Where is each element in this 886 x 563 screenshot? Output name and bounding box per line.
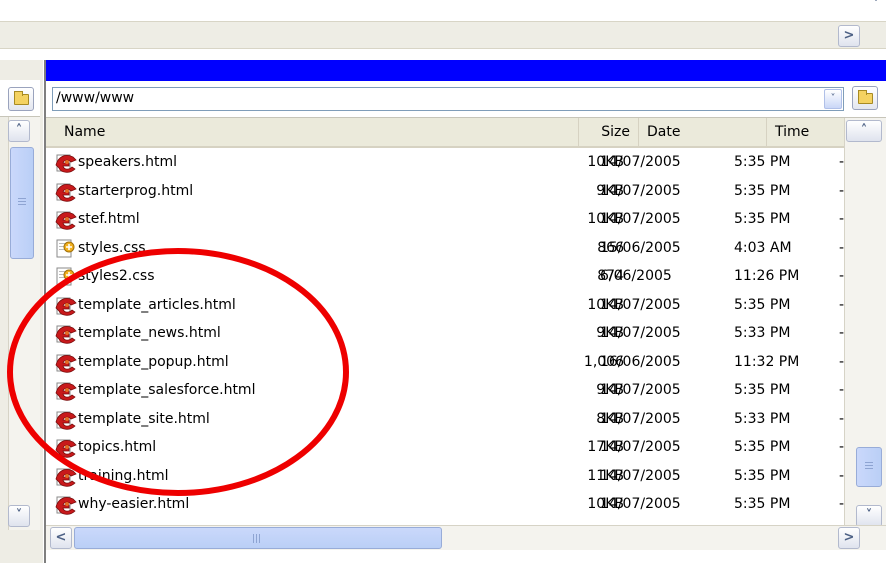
file-name: why-easier.html — [78, 496, 190, 512]
file-time: 4:03 AM — [734, 239, 792, 256]
folder-up-icon — [858, 90, 873, 104]
right-scroll-up-button[interactable]: ˄ — [846, 120, 882, 142]
file-row[interactable]: starterprog.html 9KB 14/07/2005 5:35 PM - — [46, 177, 844, 206]
right-scroll-down-button[interactable]: ˅ — [856, 505, 882, 527]
path-value[interactable]: /www/www — [56, 90, 134, 106]
file-date: 14/07/2005 — [600, 154, 681, 170]
file-date: 14/07/2005 — [600, 211, 681, 227]
left-scroll-down-button[interactable]: ˅ — [8, 505, 30, 527]
top-scroll-down-arrow[interactable]: ˅ — [866, 0, 886, 10]
file-row[interactable]: topics.html 17KB 14/07/2005 5:35 PM - — [46, 433, 844, 462]
file-time: 5:35 PM — [734, 211, 791, 227]
bottom-strip — [46, 550, 886, 563]
file-date: 14/07/2005 — [600, 296, 681, 313]
file-row[interactable]: training.html 11KB 14/07/2005 5:35 PM - — [46, 462, 844, 491]
folder-up-icon — [14, 91, 29, 105]
file-row[interactable]: speakers.html 10KB 14/07/2005 5:35 PM - — [46, 148, 844, 177]
file-date: 14/07/2005 — [600, 182, 681, 199]
horizontal-scroll-thumb[interactable] — [74, 527, 442, 549]
right-scroll-thumb[interactable] — [856, 447, 882, 487]
parent-folder-button[interactable] — [852, 86, 878, 110]
top-horizontal-scrollbar[interactable]: > — [0, 21, 886, 49]
column-header-date[interactable]: Date — [639, 118, 767, 146]
file-name: template_news.html — [78, 325, 221, 341]
html-file-icon — [55, 324, 77, 344]
left-parent-folder-button[interactable] — [8, 87, 34, 111]
file-time: 5:35 PM — [734, 439, 791, 455]
file-name: template_popup.html — [78, 353, 229, 370]
file-name: styles.css — [78, 239, 146, 256]
file-time: 11:32 PM — [734, 353, 800, 370]
file-time: 5:35 PM — [734, 496, 791, 512]
file-date: 15/06/2005 — [600, 239, 681, 256]
path-dropdown-button[interactable]: ˅ — [824, 89, 842, 109]
file-name: template_site.html — [78, 410, 210, 427]
file-time: 11:26 PM — [734, 268, 800, 284]
html-file-icon — [55, 410, 77, 430]
file-name: template_salesforce.html — [78, 382, 256, 398]
file-date: 14/07/2005 — [600, 410, 681, 427]
column-header-size[interactable]: Size — [579, 118, 639, 146]
html-file-icon — [55, 438, 77, 458]
file-row[interactable]: styles.css 866 15/06/2005 4:03 AM - — [46, 234, 844, 263]
html-file-icon — [55, 381, 77, 401]
file-name: template_articles.html — [78, 296, 236, 313]
file-row[interactable]: template_articles.html 10KB 14/07/2005 5:35… — [46, 291, 844, 320]
html-file-icon — [55, 153, 77, 173]
column-header-name[interactable]: Name — [46, 118, 579, 146]
file-date: 6/06/2005 — [600, 268, 672, 284]
left-scroll-up-button[interactable]: ˄ — [8, 120, 30, 142]
file-date: 14/07/2005 — [600, 467, 681, 484]
file-time: 5:33 PM — [734, 410, 791, 427]
css-file-icon — [55, 239, 75, 257]
file-name: topics.html — [78, 439, 157, 455]
file-time: 5:35 PM — [734, 182, 791, 199]
path-combobox[interactable]: /www/www ˅ — [52, 87, 844, 111]
file-list-header: Name Size Date Time — [46, 118, 847, 148]
file-name: starterprog.html — [78, 182, 194, 199]
html-file-icon — [55, 353, 77, 373]
left-scroll-thumb[interactable] — [10, 147, 34, 259]
file-row[interactable]: template_popup.html 1,006 16/06/2005 11:32 … — [46, 348, 844, 377]
file-date: 14/07/2005 — [600, 496, 681, 512]
grip-icon — [253, 534, 262, 543]
scroll-left-button[interactable]: < — [50, 527, 72, 549]
file-name: styles2.css — [78, 268, 155, 284]
column-header-time[interactable]: Time — [767, 118, 847, 146]
file-row[interactable]: why-easier.html 10KB 14/07/2005 5:35 PM - — [46, 490, 844, 519]
html-file-icon — [55, 296, 77, 316]
file-list: speakers.html 10KB 14/07/2005 5:35 PM - start… — [46, 148, 844, 523]
active-pane-title-bar — [46, 60, 886, 81]
file-date: 16/06/2005 — [600, 353, 681, 370]
file-row[interactable]: template_news.html 9KB 14/07/2005 5:33 PM - — [46, 319, 844, 348]
css-file-icon — [55, 267, 75, 286]
file-time: 5:35 PM — [734, 296, 791, 313]
html-file-icon — [55, 182, 77, 202]
file-time: 5:35 PM — [734, 382, 791, 398]
file-row[interactable]: template_site.html 8KB 14/07/2005 5:33 PM - — [46, 405, 844, 434]
top-scroll-right-button[interactable]: > — [838, 25, 860, 47]
file-time: 5:33 PM — [734, 325, 791, 341]
grip-icon — [865, 462, 873, 471]
file-date: 14/07/2005 — [600, 439, 681, 455]
file-row[interactable]: styles2.css 874 6/06/2005 11:26 PM - — [46, 262, 844, 291]
file-row[interactable]: template_salesforce.html 9KB 14/07/2005 5:3… — [46, 376, 844, 405]
file-date: 14/07/2005 — [600, 325, 681, 341]
html-file-icon — [55, 495, 77, 515]
file-name: training.html — [78, 467, 169, 484]
file-time: 5:35 PM — [734, 154, 791, 170]
file-name: stef.html — [78, 211, 140, 227]
grip-icon — [18, 198, 26, 207]
file-date: 14/07/2005 — [600, 382, 681, 398]
html-file-icon — [55, 210, 77, 230]
html-file-icon — [55, 467, 77, 487]
file-row[interactable]: stef.html 10KB 14/07/2005 5:35 PM - — [46, 205, 844, 234]
file-time: 5:35 PM — [734, 467, 791, 484]
file-name: speakers.html — [78, 154, 177, 170]
left-bottom-area — [0, 532, 43, 563]
scroll-right-button[interactable]: > — [838, 527, 860, 549]
